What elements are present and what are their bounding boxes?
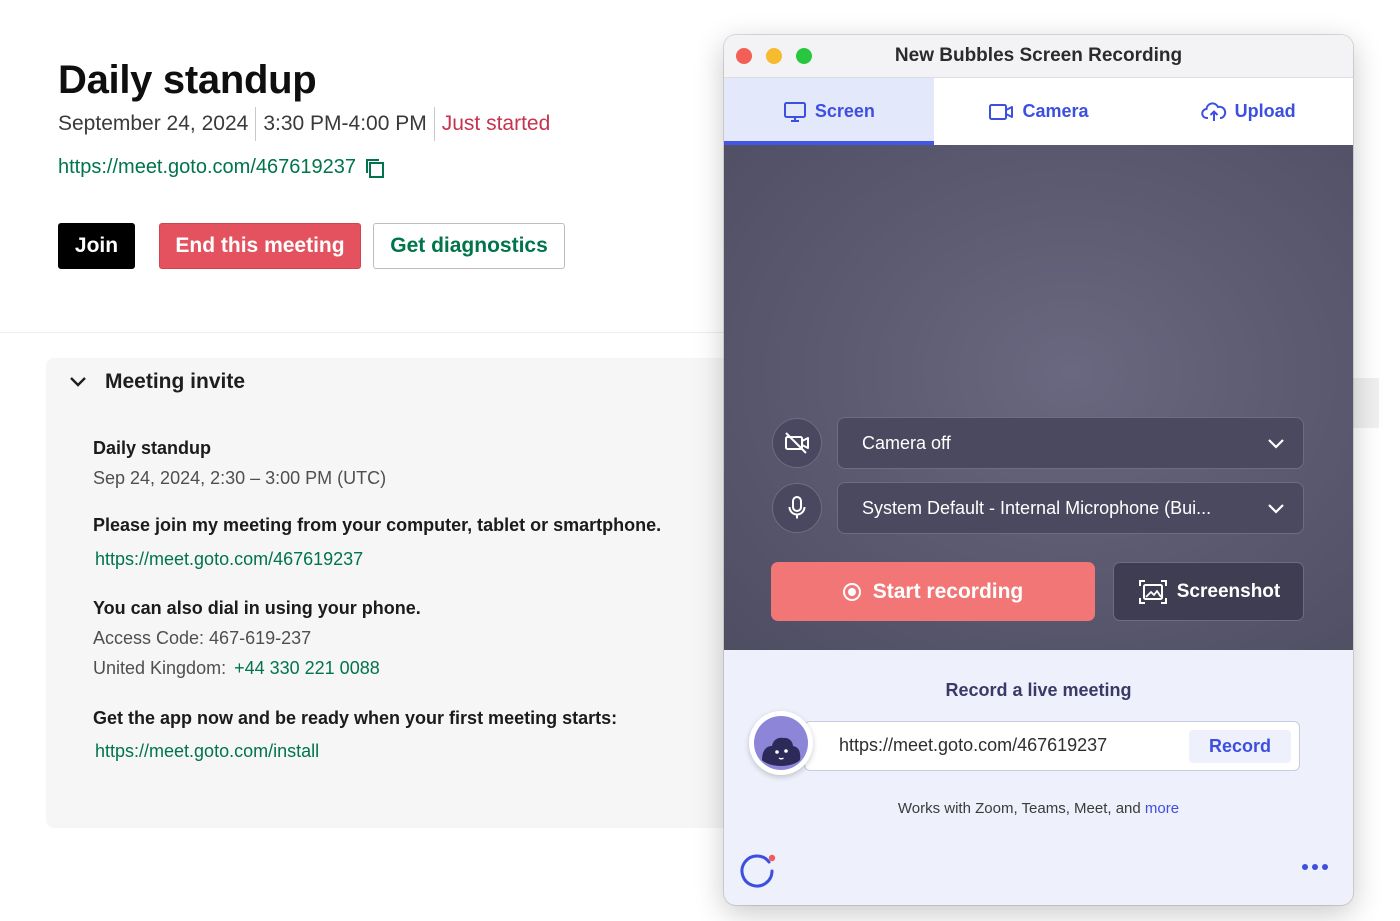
- chevron-down-icon: [70, 377, 86, 387]
- dot: [1322, 864, 1328, 870]
- dot: [1312, 864, 1318, 870]
- meeting-time: 3:30 PM-4:00 PM: [263, 112, 427, 135]
- recorder-tabs: Screen Camera Upload: [724, 78, 1353, 145]
- tab-screen-label: Screen: [814, 101, 875, 121]
- invite-app-link[interactable]: https://meet.goto.com/install: [95, 741, 319, 762]
- bubbles-logo-icon: [740, 854, 776, 888]
- microphone-select[interactable]: System Default - Internal Microphone (Bu…: [837, 482, 1304, 534]
- invite-join-prompt: Please join my meeting from your compute…: [93, 515, 662, 535]
- screenshot-icon: [1138, 579, 1167, 604]
- camera-select-value: Camera off: [862, 432, 951, 453]
- meeting-url-value[interactable]: https://meet.goto.com/467619237: [839, 735, 1107, 756]
- invite-phone-number[interactable]: +44 330 221 0088: [234, 658, 380, 679]
- microphone-select-value: System Default - Internal Microphone (Bu…: [862, 497, 1212, 518]
- invite-phone-row: United Kingdom: +44 330 221 0088: [93, 658, 380, 679]
- meeting-link[interactable]: https://meet.goto.com/467619237: [58, 156, 356, 179]
- copy-icon[interactable]: [364, 157, 386, 179]
- microphone-icon: [788, 496, 806, 519]
- meeting-date: September 24, 2024: [58, 112, 249, 135]
- chevron-down-icon: [1268, 504, 1284, 514]
- meeting-invite-title: Meeting invite: [105, 370, 246, 393]
- divider: [433, 107, 435, 141]
- camera-toggle-button[interactable]: [772, 418, 822, 468]
- video-camera-icon: [989, 103, 1014, 120]
- tab-camera[interactable]: Camera: [934, 78, 1144, 145]
- invite-access-code: Access Code: 467-619-237: [93, 628, 312, 648]
- meeting-link-row: https://meet.goto.com/467619237: [58, 156, 386, 179]
- chevron-down-icon: [1268, 439, 1284, 449]
- section-divider: [0, 332, 724, 333]
- meeting-invite-toggle[interactable]: Meeting invite: [68, 366, 245, 398]
- tab-upload[interactable]: Upload: [1143, 78, 1353, 145]
- end-meeting-button[interactable]: End this meeting: [159, 223, 361, 269]
- invite-datetime: Sep 24, 2024, 2:30 – 3:00 PM (UTC): [93, 468, 387, 488]
- bot-avatar-icon: [754, 716, 808, 770]
- invite-meeting-name: Daily standup: [93, 438, 212, 458]
- page-title: Daily standup: [58, 58, 317, 102]
- bubbles-logo[interactable]: [739, 852, 779, 897]
- monitor-icon: [783, 101, 806, 122]
- works-with-note: Works with Zoom, Teams, Meet, and more: [724, 800, 1353, 817]
- record-button[interactable]: Record: [1189, 730, 1291, 763]
- live-meeting-title: Record a live meeting: [945, 680, 1132, 700]
- camera-off-icon: [785, 432, 809, 454]
- tab-screen[interactable]: Screen: [724, 78, 934, 145]
- tab-camera-label: Camera: [1022, 101, 1089, 121]
- start-recording-button[interactable]: Start recording: [771, 562, 1095, 621]
- invite-country: United Kingdom:: [93, 658, 227, 678]
- microphone-toggle-button[interactable]: [772, 483, 822, 533]
- screenshot-button[interactable]: Screenshot: [1113, 562, 1304, 621]
- get-diagnostics-button[interactable]: Get diagnostics: [373, 223, 565, 269]
- tab-upload-label: Upload: [1234, 101, 1296, 121]
- record-icon: [842, 582, 861, 601]
- cloud-upload-icon: [1200, 101, 1226, 121]
- more-link[interactable]: more: [1145, 800, 1179, 817]
- window-title: New Bubbles Screen Recording: [894, 45, 1183, 66]
- invite-app-prompt: Get the app now and be ready when your f…: [93, 708, 618, 728]
- works-with-text: Works with Zoom, Teams, Meet, and: [897, 800, 1141, 817]
- screenshot-label: Screenshot: [1176, 580, 1281, 602]
- start-recording-label: Start recording: [872, 579, 1024, 603]
- camera-select[interactable]: Camera off: [837, 417, 1304, 469]
- more-options-button[interactable]: [1302, 864, 1328, 870]
- meeting-meta: September 24, 2024 3:30 PM-4:00 PM Just …: [58, 107, 551, 141]
- invite-join-link[interactable]: https://meet.goto.com/467619237: [95, 549, 363, 570]
- invite-dial-prompt: You can also dial in using your phone.: [93, 598, 421, 618]
- window-titlebar: New Bubbles Screen Recording: [724, 35, 1353, 78]
- join-button[interactable]: Join: [58, 223, 135, 269]
- bubbles-bot-avatar: [749, 711, 813, 775]
- dot: [1302, 864, 1308, 870]
- divider: [255, 107, 257, 141]
- recorder-window: New Bubbles Screen Recording Screen Came…: [724, 35, 1353, 905]
- background-panel: [1353, 378, 1379, 428]
- status-badge: Just started: [441, 112, 551, 135]
